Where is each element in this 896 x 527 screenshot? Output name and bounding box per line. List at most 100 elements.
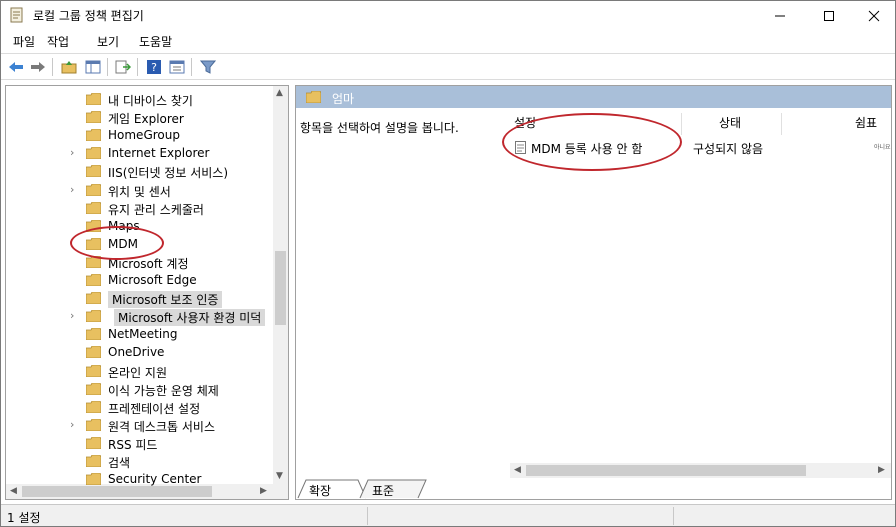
tree-item[interactable]: › 원격 데스크톱 서비스 — [6, 416, 276, 434]
tree-item[interactable]: 온라인 지원 — [6, 362, 276, 380]
folder-icon — [86, 201, 101, 214]
menu-bar: 파일 작업 보기 도움말 — [1, 30, 895, 52]
tree-item[interactable]: 내 디바이스 찾기 — [6, 90, 276, 108]
scroll-down-icon[interactable]: ▼ — [276, 471, 283, 481]
show-hide-tree-button[interactable] — [83, 58, 103, 76]
column-comment[interactable]: 쉼표 — [855, 114, 877, 134]
tree-item[interactable]: NetMeeting — [6, 325, 276, 343]
tree-item-label: Maps — [108, 218, 140, 233]
tree-item[interactable]: Security Center — [6, 470, 276, 488]
tree-item-label: 유지 관리 스케줄러 — [108, 202, 204, 217]
folder-icon — [86, 328, 101, 341]
folder-icon — [86, 111, 101, 124]
toolbar: ? — [1, 53, 895, 80]
maximize-button[interactable] — [806, 1, 852, 30]
tree-item-label: 내 디바이스 찾기 — [108, 94, 193, 108]
maximize-icon — [824, 10, 834, 21]
folder-icon — [86, 129, 101, 142]
tree-item[interactable]: 유지 관리 스케줄러 — [6, 199, 276, 217]
tree-item-label: HomeGroup — [108, 128, 180, 143]
scroll-up-icon[interactable]: ▲ — [276, 88, 283, 98]
menu-help[interactable]: 도움말 — [139, 33, 172, 50]
tree-item[interactable]: 이식 가능한 운영 체제 — [6, 380, 276, 398]
folder-icon — [86, 237, 101, 250]
tree-item[interactable]: HomeGroup — [6, 126, 276, 144]
console-tree[interactable]: ▲ ▼ ◀ ▶ 내 디바이스 찾기 게임 Explorer HomeGroup › In… — [5, 85, 289, 500]
tree-item[interactable]: 게임 Explorer — [6, 108, 276, 126]
help-icon: ? — [147, 60, 161, 74]
details-pane: 엄마 항목을 선택하여 설명을 봅니다. 설정 상태 쉼표 MDM 등록 사용 … — [295, 85, 892, 500]
svg-text:?: ? — [151, 61, 157, 74]
tree-item[interactable]: 검색 — [6, 452, 276, 470]
tab-extended[interactable]: 확장 — [309, 482, 331, 499]
tree-item[interactable]: › Internet Explorer — [6, 144, 276, 162]
description-text: 항목을 선택하여 설명을 봅니다. — [300, 121, 459, 135]
minimize-button[interactable] — [757, 1, 803, 30]
window-title: 로컬 그룹 정책 편집기 — [33, 9, 144, 23]
folder-icon — [86, 147, 101, 160]
setting-name: MDM 등록 사용 안 함 — [531, 142, 643, 156]
details-horizontal-scrollbar[interactable]: ◀ ▶ — [510, 463, 891, 478]
export-list-button[interactable] — [113, 58, 133, 76]
tree-item[interactable]: MDM — [6, 235, 276, 253]
properties-button[interactable] — [167, 58, 187, 76]
folder-icon — [86, 310, 101, 323]
tree-item-label: IIS(인터넷 정보 서비스) — [108, 166, 229, 181]
folder-icon — [86, 382, 101, 395]
setting-state: 구성되지 않음 — [693, 142, 764, 156]
tree-item[interactable]: Microsoft 계정 — [6, 253, 276, 271]
back-button[interactable] — [6, 58, 26, 76]
tree-item-label: 이식 가능한 운영 체제 — [108, 383, 219, 398]
folder-icon — [86, 255, 101, 268]
details-horizontal-thumb[interactable] — [526, 465, 806, 476]
tree-item-label: OneDrive — [108, 345, 165, 360]
expand-chevron-icon[interactable]: › — [70, 309, 74, 322]
tree-item[interactable]: › 위치 및 센서 — [6, 181, 276, 199]
folder-icon — [86, 455, 101, 467]
expand-chevron-icon[interactable]: › — [70, 418, 74, 431]
folder-icon — [306, 91, 321, 103]
tab-standard[interactable]: 표준 — [372, 482, 394, 499]
up-folder-button[interactable] — [59, 58, 79, 76]
tree-item[interactable]: IIS(인터넷 정보 서비스) — [6, 162, 276, 180]
tree-item-label: 위치 및 센서 — [108, 184, 171, 199]
folder-icon — [86, 219, 101, 232]
forward-button[interactable] — [28, 58, 48, 76]
properties-icon — [169, 60, 185, 74]
tree-item[interactable]: › Microsoft 사용자 환경 미덕 — [6, 307, 276, 327]
tree-item-label: Microsoft Edge — [108, 273, 197, 287]
tree-item[interactable]: Maps — [6, 217, 276, 235]
tree-item-label: Microsoft 보조 인증 — [108, 291, 223, 309]
column-state[interactable]: 상태 — [719, 114, 741, 134]
expand-chevron-icon[interactable]: › — [70, 183, 74, 196]
back-arrow-icon — [9, 62, 23, 72]
filter-button[interactable] — [198, 58, 218, 76]
tree-item-label: 게임 Explorer — [108, 112, 184, 127]
folder-icon — [86, 364, 101, 377]
tree-item[interactable]: Microsoft 보조 인증 — [6, 289, 276, 309]
tree-item[interactable]: 프레젠테이션 설정 — [6, 398, 276, 416]
console-tree-icon — [85, 60, 101, 74]
menu-view[interactable]: 보기 — [97, 33, 119, 50]
tree-item-label: NetMeeting — [108, 327, 178, 342]
tree-item[interactable]: Microsoft Edge — [6, 271, 276, 289]
expand-chevron-icon[interactable]: › — [70, 146, 74, 159]
setting-row[interactable]: MDM 등록 사용 안 함 구성되지 않음 — [511, 139, 891, 157]
title-bar: 로컬 그룹 정책 편집기 — [1, 1, 895, 30]
folder-icon — [86, 436, 101, 449]
details-scroll-left-icon[interactable]: ◀ — [514, 465, 521, 475]
folder-icon — [86, 418, 101, 431]
tree-item-label: 온라인 지원 — [108, 365, 168, 380]
menu-action[interactable]: 작업 — [47, 33, 69, 50]
forward-arrow-icon — [31, 62, 45, 72]
column-setting[interactable]: 설정 — [514, 114, 536, 134]
close-button[interactable] — [851, 1, 896, 30]
tree-item[interactable]: RSS 피드 — [6, 434, 276, 452]
tree-item-label: RSS 피드 — [108, 437, 158, 452]
details-scroll-right-icon[interactable]: ▶ — [878, 465, 885, 475]
tree-vertical-thumb[interactable] — [275, 251, 286, 325]
help-button[interactable]: ? — [144, 58, 164, 76]
tree-item[interactable]: OneDrive — [6, 343, 276, 361]
setting-comment: 아니요 — [874, 144, 891, 151]
menu-file[interactable]: 파일 — [13, 33, 35, 50]
